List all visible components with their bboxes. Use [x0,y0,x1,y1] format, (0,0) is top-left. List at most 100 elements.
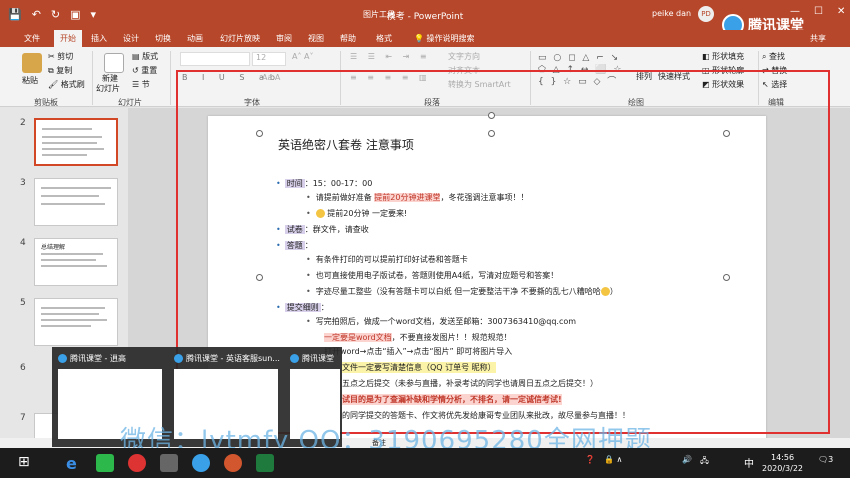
tab-animations[interactable]: 动画 [187,33,203,44]
submit-line: 试目的是为了查漏补缺和学情分析，不排名，请一定诚信考试! [342,394,562,405]
system-clock[interactable]: 14:56 2020/3/22 [762,452,803,474]
align-text-button[interactable]: 对齐文本 [448,65,480,76]
thumb-number: 6 [20,363,26,373]
cut-button[interactable]: ✂ 剪切 [48,51,73,62]
network-icon[interactable]: 🖧 [700,455,709,469]
tab-file[interactable]: 文件 [24,33,40,44]
reset-button[interactable]: ↺ 重置 [132,65,157,76]
slide-thumbnail[interactable] [34,178,118,226]
layout-button[interactable]: ▤ 版式 [132,51,158,62]
section-button[interactable]: ☰ 节 [132,79,150,90]
share-button[interactable]: 共享 [810,33,826,44]
thumb-line [42,154,87,156]
find-label: 查找 [769,52,786,61]
new-slide-icon[interactable] [104,53,124,73]
paste-button[interactable]: 粘贴 [22,75,38,86]
tab-insert[interactable]: 插入 [91,33,107,44]
paper-value: 群文件，请查收 [312,225,369,234]
slide-thumbnail[interactable] [34,298,118,346]
resize-handle[interactable] [488,130,495,137]
tab-home[interactable]: 开始 [54,30,82,47]
time-value: 15：00-17：00 [312,179,373,188]
tab-format[interactable]: 格式 [376,33,392,44]
shape-effects-button[interactable]: ◩ 形状效果 [702,79,744,90]
editing-group-label: 编辑 [768,98,784,107]
thumb-number: 5 [20,298,26,308]
paragraph-group-label: 段落 [424,98,440,107]
user-name[interactable]: peike dan [652,9,691,18]
preview-title: 腾讯课堂 - 逍高 [58,353,126,364]
arrange-button[interactable]: 排列 [636,71,652,82]
paper-label: 试卷 [284,225,305,234]
tab-design[interactable]: 设计 [123,33,139,44]
netease-music-icon[interactable] [128,454,146,472]
notification-icon[interactable]: 🗨3 [818,455,833,464]
resize-handle[interactable] [723,274,730,281]
shape-fill-label: 形状填充 [712,52,745,61]
tab-review[interactable]: 审阅 [276,33,292,44]
font-name-box[interactable] [180,52,250,66]
align-buttons[interactable]: ≡ ≡ ≡ ≡ ▥ [350,73,431,82]
copy-button[interactable]: ⧉ 复制 [48,65,72,76]
text-direction-button[interactable]: 文字方向 [448,51,480,62]
preview-title: 腾讯课堂 [290,353,334,364]
layout-label: 版式 [142,52,159,61]
shape-outline-button[interactable]: ◫ 形状轮廓 [702,65,744,76]
rotate-handle[interactable] [488,112,495,119]
powerpoint-icon[interactable] [224,454,242,472]
submit-label: 提交细则 [284,303,321,312]
submit-line: 写完拍照后，做成一个word文档，发送至邮箱：3007363410@qq.com [306,316,576,327]
find-button[interactable]: ⌕ 查找 [762,51,785,62]
word-highlight: 一定要是word文档 [324,333,392,342]
tray-icons[interactable]: 🔒 ∧ [604,455,622,464]
prep-text-2: ，冬花强调注意事项！！ [440,193,529,202]
close-icon[interactable]: ✕ [837,6,845,17]
font-group-label: 字体 [244,98,260,107]
preview-title-text: 腾讯课堂 - 逍高 [70,354,126,363]
replace-button[interactable]: ⇄ 替换 [762,65,787,76]
tencent-classroom-taskbar-icon[interactable] [192,454,210,472]
divider [340,51,341,105]
tab-transitions[interactable]: 切换 [155,33,171,44]
select-button[interactable]: ↖ 选择 [762,79,787,90]
smartart-button[interactable]: 转换为 SmartArt [448,79,511,90]
thumb-line [41,259,96,261]
font-size-box[interactable]: 12 [252,52,286,66]
resize-handle[interactable] [256,274,263,281]
tab-slideshow[interactable]: 幻灯片放映 [220,33,260,44]
smile-emoji-icon [315,209,325,218]
resize-handle[interactable] [256,130,263,137]
shape-fill-button[interactable]: ◧ 形状填充 [702,51,744,62]
tell-me-search[interactable]: 💡 操作说明搜索 [414,33,475,44]
tab-view[interactable]: 视图 [308,33,324,44]
slides-group-label: 幻灯片 [118,98,142,107]
resize-handle[interactable] [723,130,730,137]
reset-label: 重置 [141,66,158,75]
excel-icon[interactable] [256,454,274,472]
format-painter-button[interactable]: 🖌 格式刷 [48,79,85,90]
new-slide-button-2[interactable]: 幻灯片 [96,83,120,94]
wechat-icon[interactable] [96,454,114,472]
thumb-line [41,187,111,189]
input-language[interactable]: 中 [744,455,754,470]
clipboard-group-label: 剪贴板 [34,98,58,107]
slide-thumbnail[interactable]: 总结理解 [34,238,118,286]
clock-time: 14:56 [770,453,795,462]
app-icon[interactable] [160,454,178,472]
volume-icon[interactable]: 🔊 [682,455,692,464]
font-color-icon[interactable]: Aa A [262,73,280,82]
list-buttons[interactable]: ☰ ☰ ⇤ ⇥ ≡ [350,52,431,61]
paste-icon[interactable] [22,53,42,73]
quick-styles-button[interactable]: 快速样式 [658,71,690,82]
tab-help[interactable]: 帮助 [340,33,356,44]
divider [92,51,93,105]
shapes-gallery[interactable]: ▭ ○ ◻ △ ⌐ ↘ ⬠ △ ↕ ↔ ⬜ ☆{ } ☆ ▭ ◇ ⌒ [538,52,628,90]
avatar[interactable]: PD [698,6,714,22]
maximize-icon[interactable]: ☐ [814,6,823,17]
windows-start-icon[interactable]: ⊞ [18,454,36,472]
thumb-line [41,319,107,321]
slide-thumbnail[interactable] [34,118,118,166]
help-icon[interactable]: ❓ [585,455,595,464]
edge-browser-icon[interactable]: e [66,454,84,473]
grow-font-icon[interactable]: A˄ A˅ [292,52,314,61]
